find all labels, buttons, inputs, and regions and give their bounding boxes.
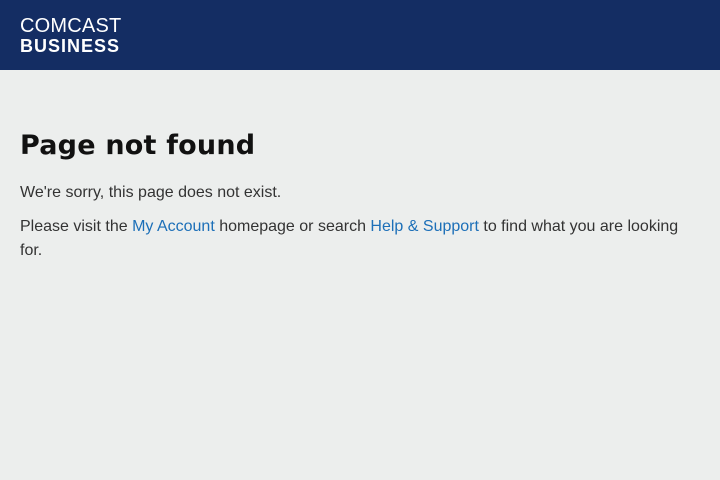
- main-content: Page not found We're sorry, this page do…: [0, 70, 720, 263]
- sorry-message: We're sorry, this page does not exist.: [20, 184, 282, 201]
- help-message-prefix: Please visit the: [20, 218, 133, 235]
- my-account-link[interactable]: My Account: [132, 218, 215, 235]
- page-title: Page not found: [20, 130, 256, 161]
- logo-text-comcast: COMCAST: [20, 15, 122, 37]
- help-message: Please visit the My Account homepage or …: [20, 215, 700, 263]
- site-header: COMCAST BUSINESS: [0, 0, 720, 70]
- comcast-business-logo[interactable]: COMCAST BUSINESS: [20, 15, 121, 55]
- logo-text-business: BUSINESS: [20, 36, 121, 56]
- help-message-middle: homepage or search: [214, 218, 371, 235]
- help-support-link[interactable]: Help & Support: [370, 218, 479, 235]
